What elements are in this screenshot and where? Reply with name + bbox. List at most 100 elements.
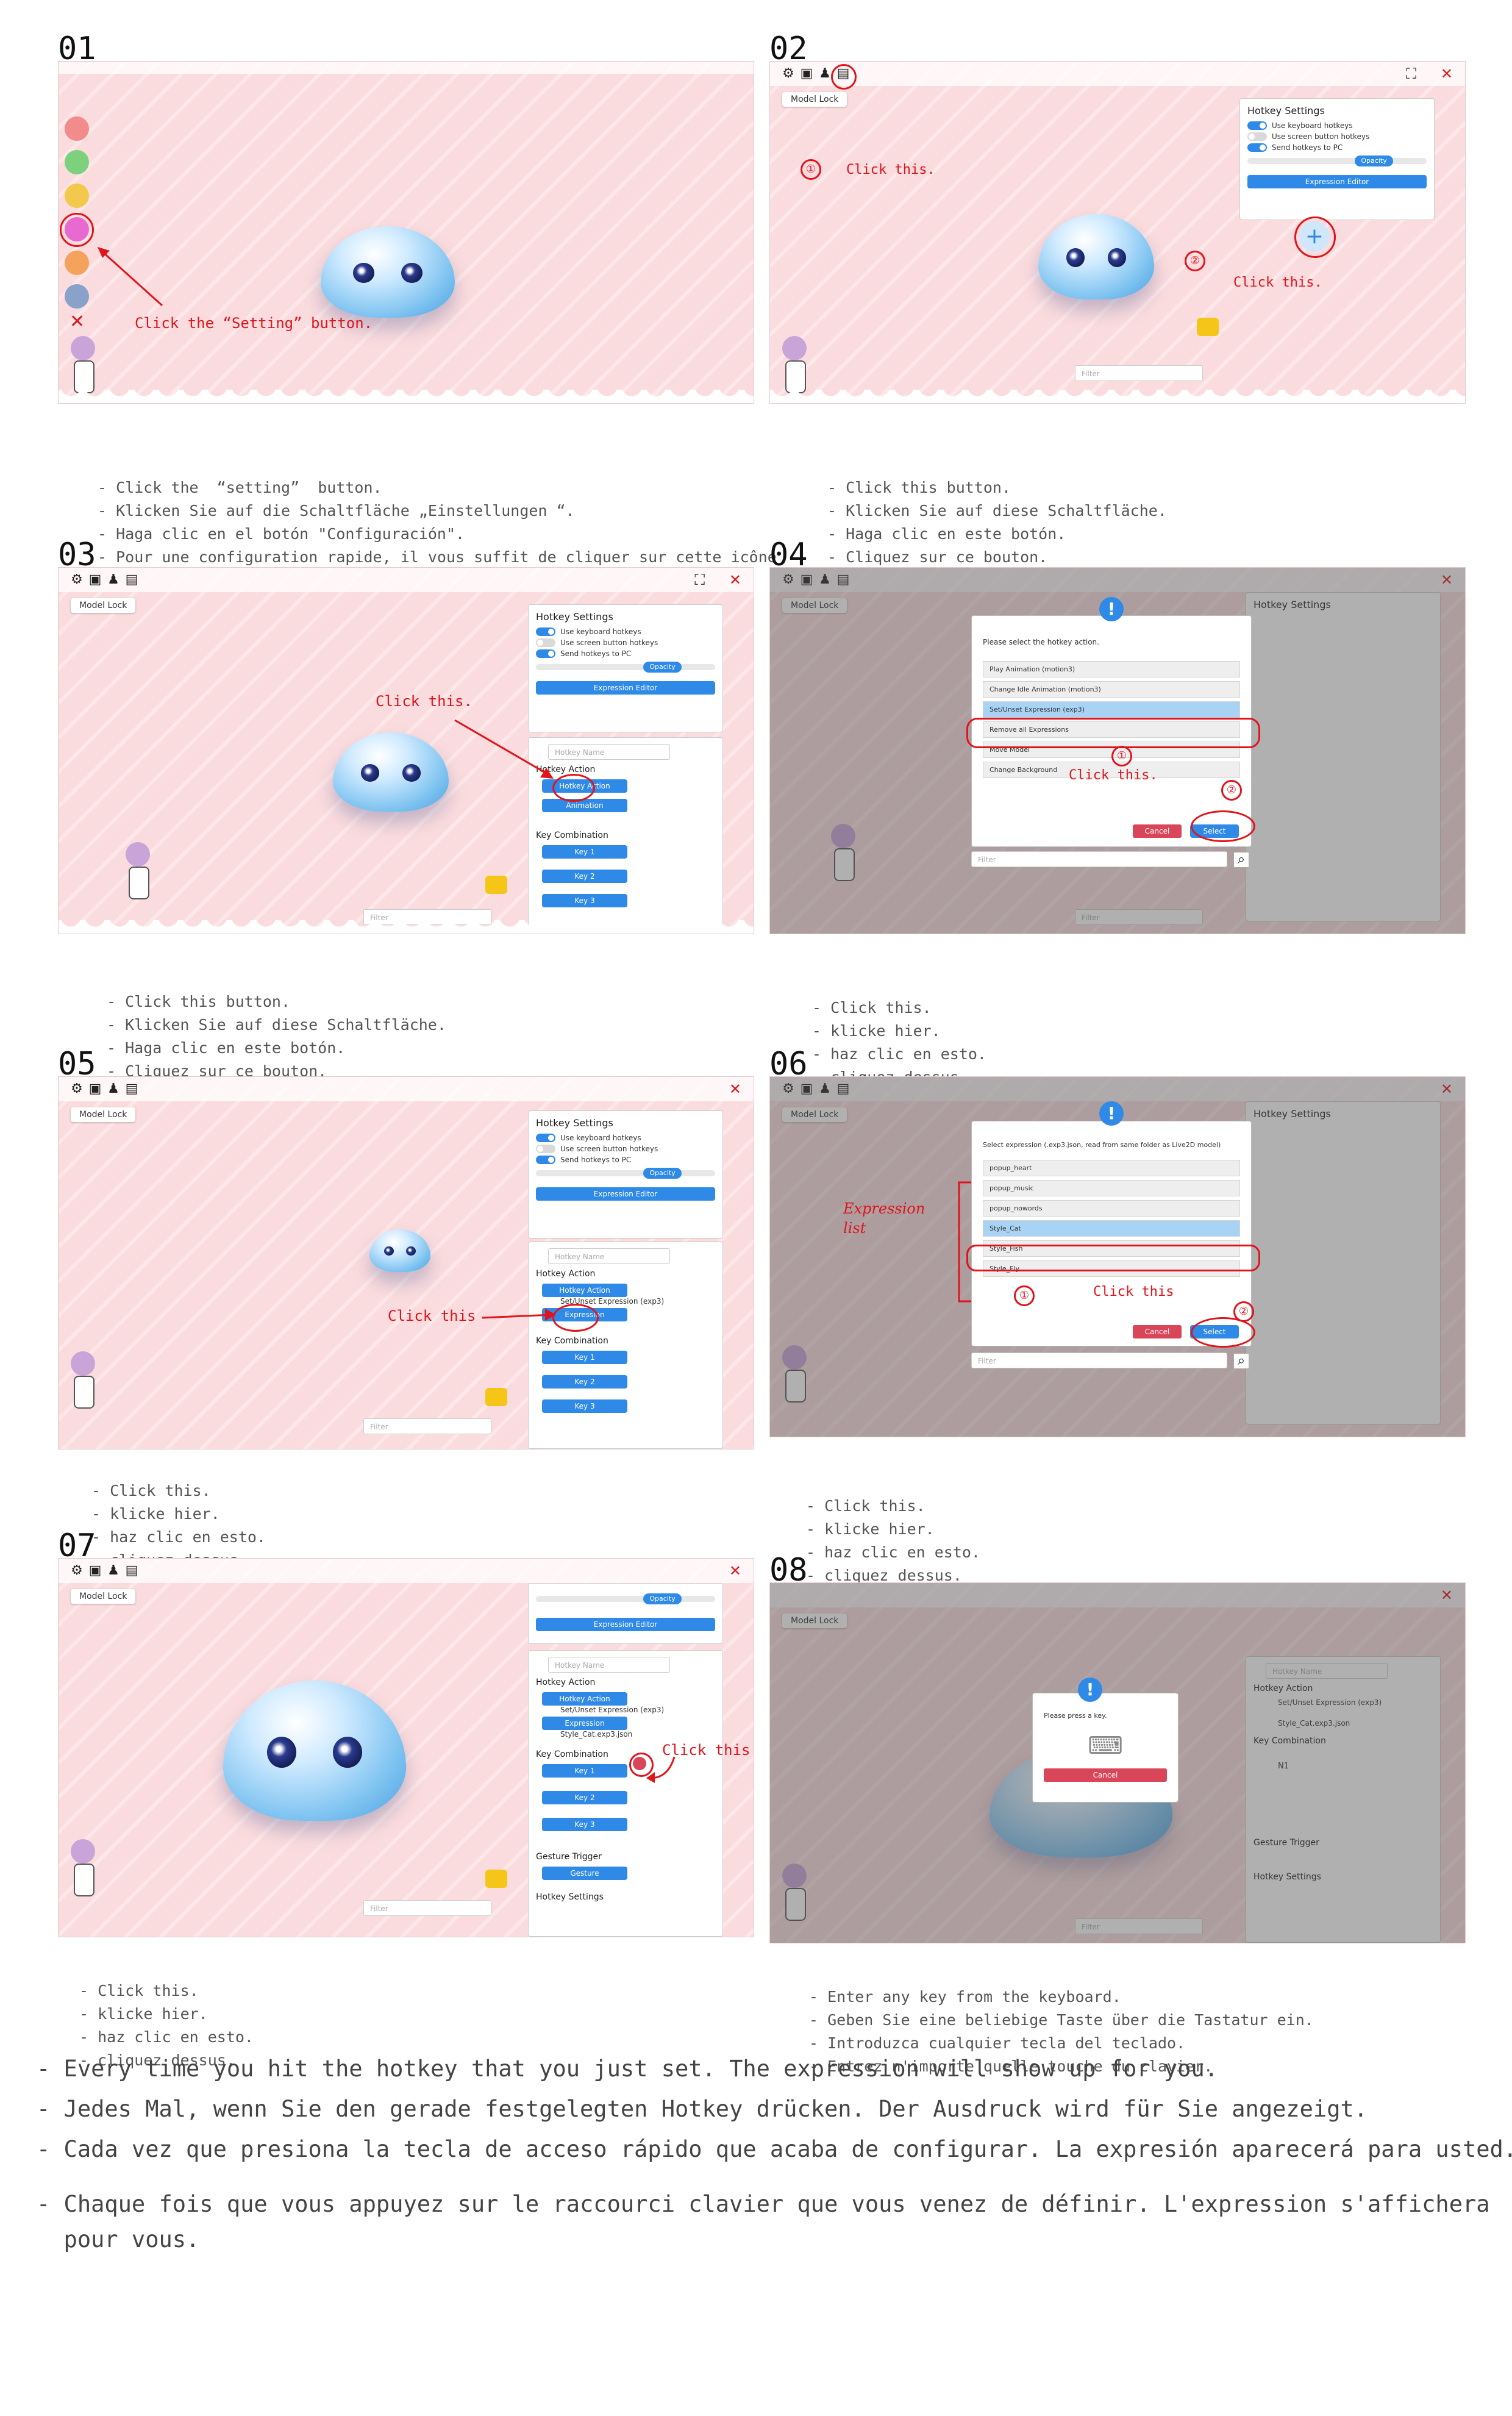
folder-icon[interactable] bbox=[485, 1388, 507, 1406]
expression-editor-button[interactable]: Expression Editor bbox=[1247, 175, 1427, 188]
filter-input[interactable]: Filter bbox=[363, 1418, 491, 1434]
gear-icon[interactable]: ⚙ bbox=[70, 1082, 84, 1096]
screen-toggle[interactable] bbox=[536, 638, 555, 647]
screen-toggle[interactable] bbox=[536, 1145, 555, 1153]
camera-icon[interactable]: ▣ bbox=[799, 1082, 814, 1096]
model-lock-button[interactable]: Model Lock bbox=[782, 598, 847, 613]
keyboard-toggle[interactable] bbox=[536, 1134, 555, 1142]
filter-input[interactable]: Filter bbox=[971, 851, 1227, 867]
option[interactable]: Play Animation (motion3) bbox=[983, 661, 1240, 677]
gear-icon[interactable]: ⚙ bbox=[781, 573, 796, 587]
gear-icon[interactable]: ⚙ bbox=[70, 573, 84, 587]
expression-button[interactable]: Expression bbox=[542, 1717, 627, 1730]
person-icon[interactable]: ♟ bbox=[106, 1564, 121, 1578]
avatar-icon[interactable] bbox=[65, 116, 89, 141]
key1-button[interactable]: Key 1 bbox=[542, 1351, 627, 1364]
close-icon[interactable]: ✕ bbox=[729, 571, 741, 588]
expression-editor-button[interactable]: Expression Editor bbox=[536, 681, 715, 695]
keyboard-toggle[interactable] bbox=[536, 627, 555, 636]
gesture-button[interactable]: Gesture bbox=[542, 1867, 627, 1880]
gear-icon[interactable]: ⚙ bbox=[781, 1082, 796, 1096]
opacity-slider[interactable]: Opacity bbox=[536, 662, 715, 673]
keyboard-icon[interactable]: ▤ bbox=[836, 573, 850, 587]
close-icon[interactable]: ✕ bbox=[729, 1562, 741, 1579]
option-selected[interactable]: Style_Cat bbox=[983, 1220, 1240, 1237]
filter-input[interactable]: Filter bbox=[363, 1900, 491, 1916]
camera-icon[interactable]: ▣ bbox=[88, 573, 102, 587]
filter-input[interactable]: Filter bbox=[971, 1353, 1227, 1368]
keyboard-icon[interactable]: ▤ bbox=[124, 1564, 139, 1578]
option[interactable]: popup_heart bbox=[983, 1160, 1240, 1176]
fullscreen-icon[interactable]: ⛶ bbox=[1406, 65, 1416, 82]
folder-icon[interactable] bbox=[1197, 318, 1219, 336]
keyboard-icon[interactable]: ▤ bbox=[836, 1082, 850, 1096]
lock-icon[interactable] bbox=[65, 184, 89, 208]
image-icon[interactable] bbox=[65, 150, 89, 174]
animation-button[interactable]: Animation bbox=[542, 799, 627, 812]
opacity-slider[interactable]: Opacity bbox=[1247, 155, 1427, 166]
person-icon[interactable]: ♟ bbox=[818, 1082, 832, 1096]
key2-button[interactable]: Key 2 bbox=[542, 1375, 627, 1388]
keyboard-toggle[interactable] bbox=[1247, 121, 1267, 130]
hotkey-name-input[interactable]: Hotkey Name bbox=[1266, 1663, 1388, 1679]
filter-input-bottom[interactable]: Filter bbox=[1075, 909, 1203, 925]
key1-button[interactable]: Key 1 bbox=[542, 1764, 627, 1778]
hotkey-action-button[interactable]: Hotkey Action bbox=[542, 1692, 627, 1706]
person-icon[interactable]: ♟ bbox=[106, 1082, 121, 1096]
keyboard-icon[interactable]: ▤ bbox=[124, 573, 139, 587]
expression-editor-button[interactable]: Expression Editor bbox=[536, 1187, 715, 1201]
send-toggle[interactable] bbox=[1247, 143, 1267, 152]
option-selected[interactable]: Set/Unset Expression (exp3) bbox=[983, 701, 1240, 718]
model-lock-button[interactable]: Model Lock bbox=[71, 598, 136, 613]
search-icon[interactable]: ⌕ bbox=[1233, 1353, 1249, 1369]
camera-icon[interactable]: ▣ bbox=[799, 66, 814, 81]
search-icon[interactable]: ⌕ bbox=[1233, 852, 1249, 868]
option[interactable]: popup_music bbox=[983, 1180, 1240, 1196]
opacity-slider[interactable]: Opacity bbox=[536, 1593, 715, 1604]
option[interactable]: popup_nowords bbox=[983, 1200, 1240, 1217]
key1-button[interactable]: Key 1 bbox=[542, 845, 627, 859]
camera-icon[interactable]: ▣ bbox=[88, 1082, 102, 1096]
model-lock-button[interactable]: Model Lock bbox=[71, 1589, 136, 1604]
keyboard-icon[interactable]: ▤ bbox=[124, 1082, 139, 1096]
close-icon[interactable]: ✕ bbox=[70, 313, 85, 331]
folder-icon[interactable] bbox=[485, 876, 507, 894]
hotkey-name-input[interactable]: Hotkey Name bbox=[548, 1248, 670, 1264]
cancel-button[interactable]: Cancel bbox=[1133, 824, 1182, 838]
model-lock-button[interactable]: Model Lock bbox=[71, 1107, 136, 1122]
expression-editor-button[interactable]: Expression Editor bbox=[536, 1618, 715, 1631]
key2-button[interactable]: Key 2 bbox=[542, 1791, 627, 1804]
opacity-slider[interactable]: Opacity bbox=[536, 1168, 715, 1179]
option[interactable]: Change Idle Animation (motion3) bbox=[983, 681, 1240, 698]
person-icon[interactable]: ♟ bbox=[818, 66, 832, 81]
send-toggle[interactable] bbox=[536, 649, 555, 658]
file-icon[interactable] bbox=[65, 251, 89, 275]
close-icon[interactable]: ✕ bbox=[1441, 1081, 1453, 1098]
key3-button[interactable]: Key 3 bbox=[542, 1818, 627, 1831]
cancel-button[interactable]: Cancel bbox=[1133, 1325, 1182, 1338]
close-icon[interactable]: ✕ bbox=[1441, 65, 1453, 82]
hotkey-action-button[interactable]: Hotkey Action bbox=[542, 1284, 627, 1297]
close-icon[interactable]: ✕ bbox=[1441, 1587, 1453, 1604]
gear-icon[interactable]: ⚙ bbox=[70, 1564, 84, 1578]
cancel-button[interactable]: Cancel bbox=[1044, 1768, 1167, 1782]
close-icon[interactable]: ✕ bbox=[1441, 571, 1453, 588]
screen-toggle[interactable] bbox=[1247, 132, 1267, 141]
broadcast-icon[interactable] bbox=[65, 284, 89, 309]
model-lock-button[interactable]: Model Lock bbox=[782, 1107, 847, 1122]
person-icon[interactable]: ♟ bbox=[818, 573, 832, 587]
key3-button[interactable]: Key 3 bbox=[542, 894, 627, 907]
person-icon[interactable]: ♟ bbox=[106, 573, 121, 587]
key3-button[interactable]: Key 3 bbox=[542, 1399, 627, 1413]
gear-icon[interactable]: ⚙ bbox=[781, 66, 796, 81]
key2-button[interactable]: Key 2 bbox=[542, 870, 627, 883]
fullscreen-icon[interactable]: ⛶ bbox=[694, 571, 705, 588]
camera-icon[interactable]: ▣ bbox=[88, 1564, 102, 1578]
filter-input[interactable]: Filter bbox=[1075, 365, 1203, 381]
send-toggle[interactable] bbox=[536, 1156, 555, 1164]
hotkey-name-input[interactable]: Hotkey Name bbox=[548, 1657, 670, 1673]
folder-icon[interactable] bbox=[485, 1870, 507, 1888]
camera-icon[interactable]: ▣ bbox=[799, 573, 814, 587]
filter-input[interactable]: Filter bbox=[1075, 1918, 1203, 1934]
model-lock-button[interactable]: Model Lock bbox=[782, 92, 847, 107]
